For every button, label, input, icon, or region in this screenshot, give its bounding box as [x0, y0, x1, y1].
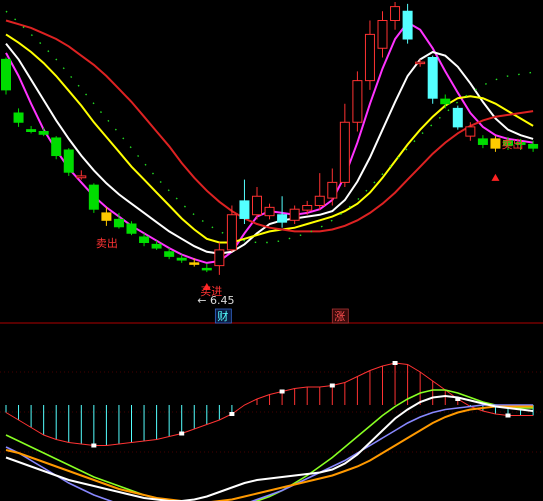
candle-body — [239, 200, 250, 219]
candle-body — [226, 214, 237, 251]
candle-body — [113, 218, 124, 228]
sell-signal-label: 卖出 — [501, 137, 523, 151]
candle-body — [63, 149, 74, 173]
macd-tip-marker — [505, 413, 511, 418]
candle-body — [13, 112, 24, 123]
candle-body — [139, 236, 150, 243]
macd-tip-marker — [329, 383, 335, 388]
candle-body — [1, 58, 11, 91]
candle-body — [465, 126, 476, 137]
chart-stage: ← 6.45 卖出 买进 卖出 财 涨 — [0, 0, 543, 501]
candle-body — [201, 267, 212, 271]
candle-body — [427, 57, 438, 99]
candle-body — [402, 10, 413, 40]
sell-signal-label: 卖出 — [96, 236, 118, 250]
candle-body — [277, 214, 288, 223]
candle-body — [76, 175, 87, 179]
rise-badge[interactable]: 涨 — [334, 310, 345, 323]
candle-body — [314, 195, 325, 206]
candle-body — [415, 61, 426, 65]
finance-badge[interactable]: 财 — [217, 309, 228, 323]
buy-signal-label: 买进 — [200, 285, 222, 298]
candle-body — [51, 137, 62, 157]
candle-body — [26, 129, 37, 132]
signal-up-arrow — [491, 173, 500, 181]
candle-body — [490, 138, 501, 149]
candle-body — [289, 208, 300, 221]
macd-dif-line — [5, 394, 534, 501]
candle-body — [327, 181, 338, 199]
candle-body — [339, 121, 350, 183]
price-panel — [1, 2, 539, 290]
candle-body — [477, 138, 488, 145]
candle-body — [214, 249, 225, 267]
stock-chart: ← 6.45 卖出 买进 卖出 财 涨 — [0, 2, 543, 501]
candle-body — [189, 262, 200, 265]
candle-body — [528, 143, 539, 149]
candle-body — [126, 223, 137, 234]
candle-body — [38, 131, 49, 135]
annotation-layer: ← 6.45 卖出 买进 卖出 财 涨 — [96, 137, 523, 324]
candle-body — [151, 243, 162, 249]
candle-body — [164, 251, 175, 257]
macd-tip-marker — [179, 431, 185, 436]
candle-body — [302, 205, 313, 211]
candle-body — [390, 6, 401, 21]
macd-tip-marker — [229, 412, 235, 416]
candle-body — [101, 212, 112, 221]
candle-body — [440, 98, 451, 105]
macd-dea-line — [5, 405, 534, 501]
macd-tip-marker — [91, 443, 97, 448]
candle-body — [88, 184, 99, 210]
moving-average-line-2 — [5, 42, 534, 255]
candle-body — [176, 257, 187, 261]
candle-body — [352, 80, 363, 123]
macd-tip-marker — [392, 361, 398, 365]
candle-body — [364, 33, 375, 82]
macd-panel — [5, 361, 534, 501]
candle-body — [264, 206, 275, 217]
candle-body — [377, 20, 388, 49]
macd-tip-marker — [279, 389, 285, 394]
macd-extra-line-2 — [5, 404, 534, 501]
candle-body — [452, 107, 463, 128]
candle-body — [252, 195, 262, 216]
